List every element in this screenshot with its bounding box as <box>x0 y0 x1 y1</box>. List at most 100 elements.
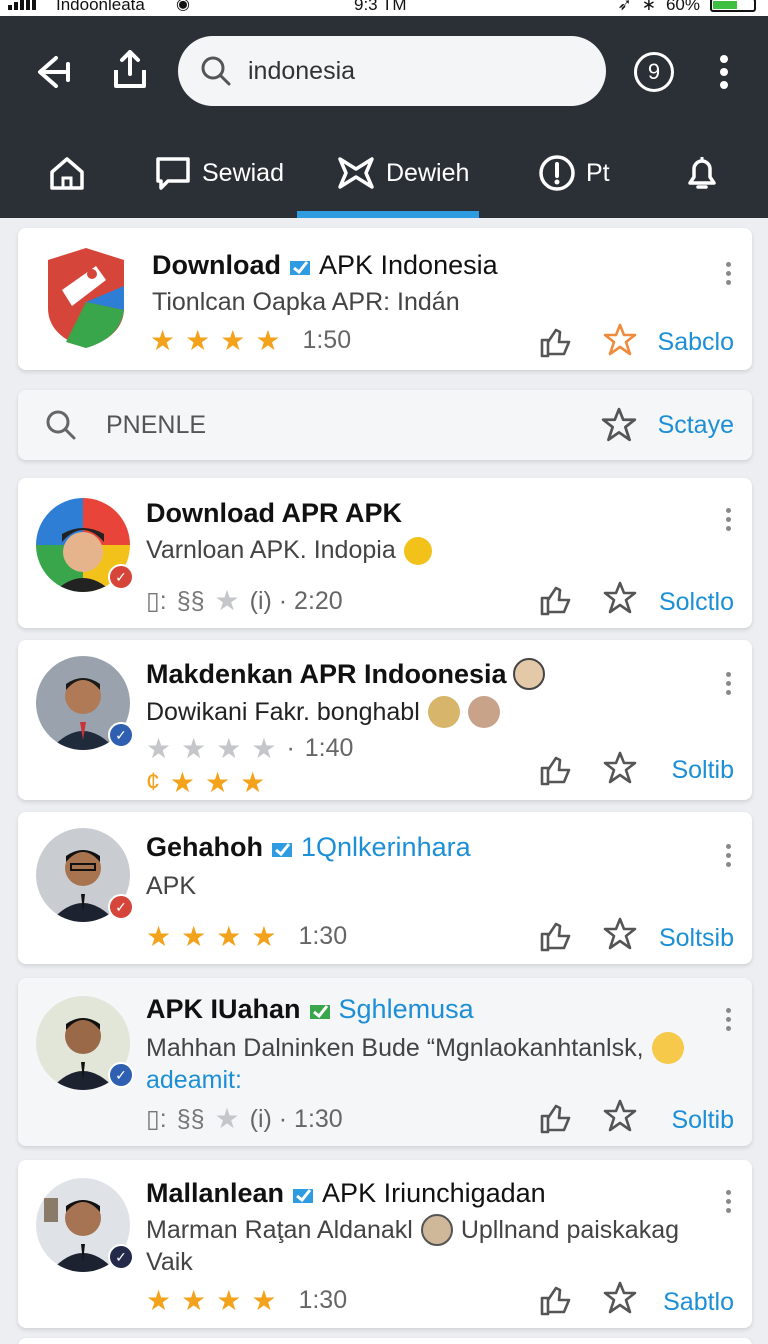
tab-dewieh[interactable]: Dewieh <box>336 128 469 218</box>
card-action-button[interactable]: Solctlo <box>659 588 734 617</box>
card-menu-icon[interactable] <box>724 1190 732 1213</box>
search-icon <box>46 410 76 440</box>
tab-notifications[interactable] <box>682 128 722 218</box>
favorite-icon[interactable] <box>602 750 638 786</box>
filter-action-button[interactable]: Sctaye <box>658 411 734 440</box>
app-logo-icon <box>40 246 132 350</box>
mobile-icon: ▯: <box>146 587 167 615</box>
app-subtitle-2: Vaik <box>146 1248 193 1276</box>
app-title-link[interactable]: Sghlemusa <box>339 994 474 1025</box>
chat-icon <box>156 157 190 190</box>
avatar: ✓ <box>36 828 134 922</box>
like-icon[interactable] <box>538 1282 574 1318</box>
star-icon: ★ <box>181 920 207 952</box>
meta-row: ▯: §§ ★ (i) · 2:20 <box>146 586 343 616</box>
star-icon: ★ <box>255 324 281 356</box>
app-card[interactable]: ✓ Mallanlean APK Iriunchigadan Marman Ra… <box>18 1160 752 1328</box>
verified-icon <box>272 842 293 857</box>
card-action-button[interactable]: Soltib <box>671 756 734 785</box>
card-menu-icon[interactable] <box>724 1008 732 1031</box>
star-icon: ★ <box>220 324 246 356</box>
favorite-icon[interactable] <box>602 322 638 358</box>
star-icon: ★ <box>146 1284 172 1316</box>
battery-percent: 60% <box>665 0 700 14</box>
tab-home[interactable] <box>48 128 86 218</box>
star-icon: ★ <box>251 1284 277 1316</box>
help-label: 9 <box>647 59 661 84</box>
star-icon: ★ <box>185 324 211 356</box>
tab-pt[interactable]: Pt <box>538 128 610 218</box>
star-icon: ★ <box>251 732 277 764</box>
like-icon[interactable] <box>538 1100 574 1136</box>
home-icon <box>50 157 84 190</box>
rating-row: ¢ ★ ★ ★ <box>146 768 265 797</box>
star-outline-icon[interactable] <box>600 406 638 444</box>
app-card[interactable]: Download APK Indonesia Tionlcan Oapka AP… <box>18 228 752 370</box>
emoji-icon <box>651 1032 684 1064</box>
battery-icon <box>710 0 756 12</box>
rating-row: ★ ★ ★ ★ 1:30 <box>146 1286 347 1315</box>
search-icon <box>201 56 231 86</box>
star-icon: ★ <box>214 1103 240 1134</box>
like-icon[interactable] <box>538 324 574 360</box>
app-card[interactable]: ✓ Makdenkan APR Indoonesia Dowikani Fakr… <box>18 640 752 800</box>
app-card[interactable]: ✓ Gehahoh 1Qnlkerinhara APK ★ ★ ★ ★ 1:30 So… <box>18 812 752 964</box>
card-action-button[interactable]: Sabtlo <box>663 1288 734 1317</box>
back-icon[interactable] <box>30 48 78 96</box>
help-button[interactable]: 9 <box>634 52 674 92</box>
check-badge-icon: ✓ <box>108 564 134 590</box>
avatar: ✓ <box>36 656 134 750</box>
meta-text: (i) · 2:20 <box>249 586 343 615</box>
app-header: 9 Sewiad Dewieh Pt <box>0 16 768 218</box>
tab-sewiad[interactable]: Sewiad <box>154 128 284 218</box>
bell-icon <box>688 157 716 189</box>
app-title-link[interactable]: 1Qnlkerinhara <box>301 832 471 863</box>
duration: 1:50 <box>302 326 352 354</box>
status-bar: Indoonleata ◉ 9:3 TM ➶ ∗ 60% <box>0 0 768 16</box>
bowtie-icon <box>338 157 374 189</box>
duration: 1:30 <box>298 1286 348 1314</box>
like-icon[interactable] <box>538 752 574 788</box>
card-menu-icon[interactable] <box>724 844 732 867</box>
app-subtitle-link[interactable]: adeamit: <box>146 1066 242 1095</box>
search-input[interactable] <box>248 56 568 86</box>
location-icon: ➶ <box>617 0 632 14</box>
card-menu-icon[interactable] <box>724 508 732 531</box>
check-badge-icon: ✓ <box>108 1062 134 1088</box>
meta-row: ▯: §§ ★ (i) · 1:30 <box>146 1104 343 1134</box>
star-icon: ★ <box>240 766 266 798</box>
avatar: ✓ <box>36 498 134 592</box>
app-title: Gehahoh <box>146 832 264 862</box>
app-title: Mallanlean <box>146 1178 285 1208</box>
star-icon: ★ <box>146 920 172 952</box>
stack-icon: §§ <box>176 586 205 615</box>
share-icon[interactable] <box>108 46 152 94</box>
card-menu-icon[interactable] <box>724 262 732 285</box>
like-icon[interactable] <box>538 582 574 618</box>
favorite-icon[interactable] <box>602 1098 638 1134</box>
bluetooth-icon: ∗ <box>641 0 656 14</box>
app-title: Download APR APK <box>146 498 402 528</box>
app-title-link[interactable]: APK Indonesia <box>319 250 498 281</box>
stack-icon: §§ <box>176 1104 205 1133</box>
app-card[interactable]: ✓ APK IUahan Sghlemusa Mahhan Dalninken … <box>18 978 752 1146</box>
more-menu-icon[interactable] <box>714 52 734 92</box>
app-title: Makdenkan APR Indoonesia <box>146 658 507 689</box>
card-action-button[interactable]: Sabclo <box>658 328 734 357</box>
app-title-link[interactable]: APK Iriunchigadan <box>322 1178 546 1209</box>
like-icon[interactable] <box>538 918 574 954</box>
favorite-icon[interactable] <box>602 580 638 616</box>
tab-bar: Sewiad Dewieh Pt <box>0 128 768 218</box>
search-bar[interactable] <box>178 36 606 106</box>
card-action-button[interactable]: Soltib <box>671 1106 734 1135</box>
signal-icon <box>8 0 36 10</box>
app-subtitle: APK <box>146 872 197 900</box>
card-action-button[interactable]: Soltsib <box>659 924 734 953</box>
card-menu-icon[interactable] <box>724 672 732 695</box>
star-icon: ★ <box>169 766 196 798</box>
app-card[interactable]: ✓ Download APR APK Varnloan APK. Indopia… <box>18 478 752 628</box>
favorite-icon[interactable] <box>602 916 638 952</box>
filter-bar[interactable]: PNENLE Sctaye <box>18 390 752 460</box>
favorite-icon[interactable] <box>602 1280 638 1316</box>
star-icon: ★ <box>181 732 207 764</box>
